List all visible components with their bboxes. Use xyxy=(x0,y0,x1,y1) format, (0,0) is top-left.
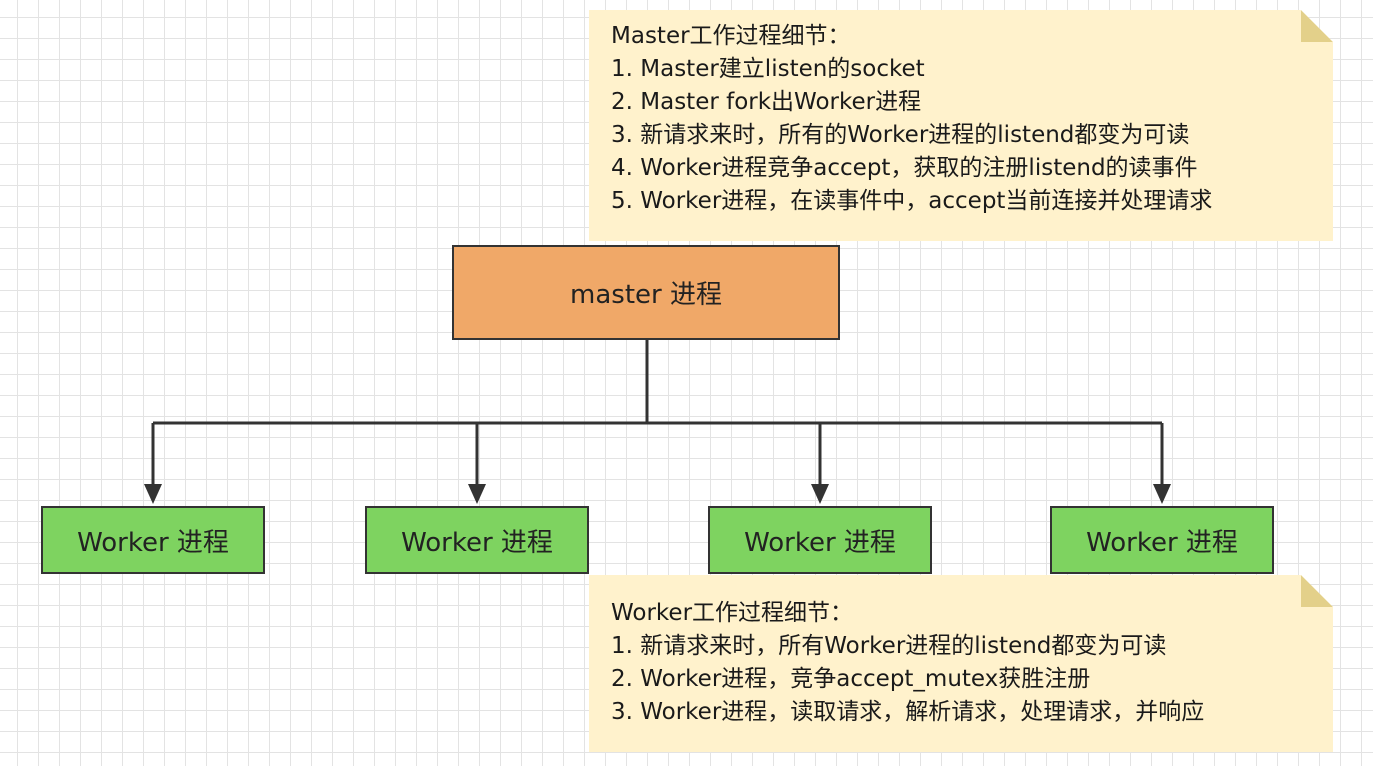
arrowhead-worker-3 xyxy=(811,484,829,504)
master-note-step-3: 3. 新请求来时，所有的Worker进程的listend都变为可读 xyxy=(611,122,1190,148)
worker-note-title: Worker工作过程细节： xyxy=(611,600,854,626)
master-note-step-1: 1. Master建立listen的socket xyxy=(611,56,925,82)
arrowhead-worker-1 xyxy=(144,484,162,504)
arrowhead-worker-2 xyxy=(468,484,486,504)
worker-note-text: Worker工作过程细节： 1. 新请求来时，所有Worker进程的listen… xyxy=(589,575,1333,729)
master-note-step-2: 2. Master fork出Worker进程 xyxy=(611,89,922,115)
master-process-box[interactable]: master 进程 xyxy=(452,245,840,340)
worker-process-label: Worker 进程 xyxy=(77,527,229,558)
worker-process-label: Worker 进程 xyxy=(744,527,896,558)
worker-process-note[interactable]: Worker工作过程细节： 1. 新请求来时，所有Worker进程的listen… xyxy=(589,575,1333,752)
diagram-canvas: Master工作过程细节： 1. Master建立listen的socket 2… xyxy=(0,0,1373,766)
worker-process-box-4[interactable]: Worker 进程 xyxy=(1050,506,1274,574)
worker-process-label: Worker 进程 xyxy=(1086,527,1238,558)
worker-note-step-1: 1. 新请求来时，所有Worker进程的listend都变为可读 xyxy=(611,633,1167,659)
master-note-step-4: 4. Worker进程竞争accept，获取的注册listend的读事件 xyxy=(611,155,1198,181)
worker-note-step-2: 2. Worker进程，竞争accept_mutex获胜注册 xyxy=(611,666,1091,692)
worker-process-box-2[interactable]: Worker 进程 xyxy=(365,506,589,574)
worker-process-box-1[interactable]: Worker 进程 xyxy=(41,506,265,574)
master-note-title: Master工作过程细节： xyxy=(611,23,851,49)
worker-note-step-3: 3. Worker进程，读取请求，解析请求，处理请求，并响应 xyxy=(611,699,1205,725)
worker-process-label: Worker 进程 xyxy=(401,527,553,558)
worker-process-box-3[interactable]: Worker 进程 xyxy=(708,506,932,574)
master-process-label: master 进程 xyxy=(570,280,722,310)
master-note-text: Master工作过程细节： 1. Master建立listen的socket 2… xyxy=(589,10,1333,218)
arrowhead-worker-4 xyxy=(1153,484,1171,504)
master-process-note[interactable]: Master工作过程细节： 1. Master建立listen的socket 2… xyxy=(589,10,1333,241)
master-note-step-5: 5. Worker进程，在读事件中，accept当前连接并处理请求 xyxy=(611,188,1213,214)
